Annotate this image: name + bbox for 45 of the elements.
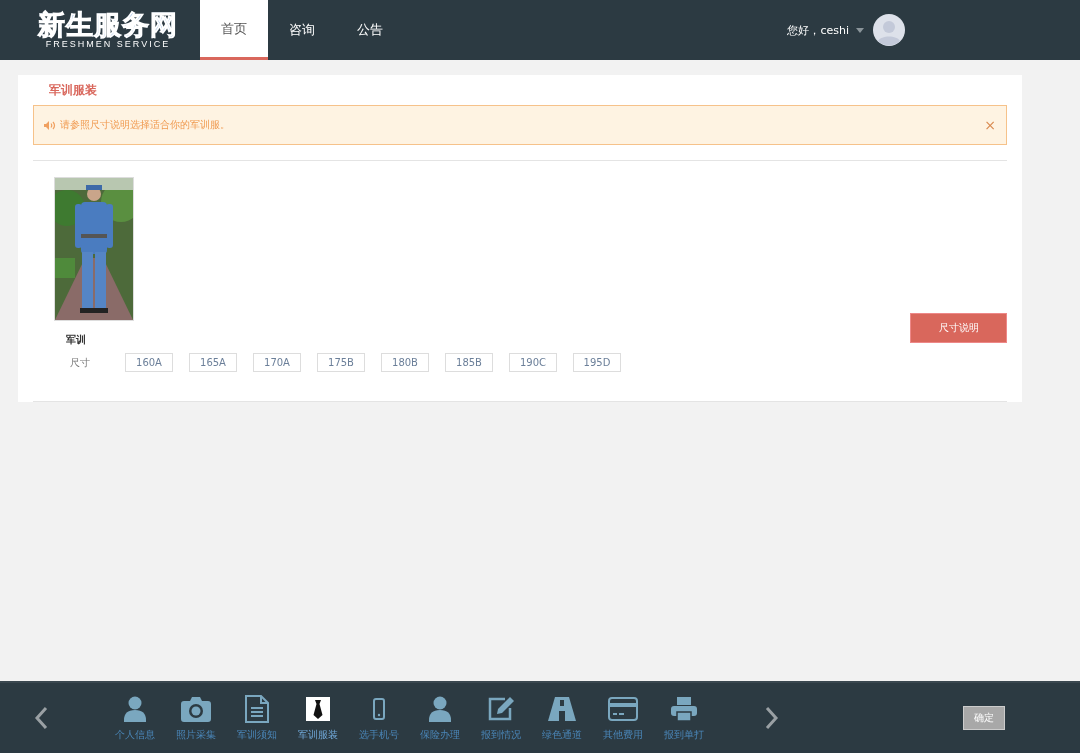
person-icon [428,696,451,722]
item-name: 军训 [66,333,87,347]
footer-nav-item[interactable]: 选手机号 [348,694,409,742]
section-title: 军训服装 [49,82,98,99]
footer-nav-item[interactable]: 绿色通道 [531,694,592,742]
size-option[interactable]: 175B [317,353,365,372]
road-icon [547,697,576,721]
tie-icon [305,697,330,721]
size-option[interactable]: 190C [509,353,557,372]
size-option[interactable]: 170A [253,353,301,372]
nav-tab[interactable]: 首页 [200,0,268,60]
size-option[interactable]: 160A [125,353,173,372]
camera-icon [180,696,211,722]
footer-nav-item[interactable]: 保险办理 [409,694,470,742]
footer-nav-item[interactable]: 军训服装 [287,694,348,742]
speaker-icon [44,120,56,130]
footer-nav-item[interactable]: 个人信息 [104,694,165,742]
logo-subtitle: FRESHMEN SERVICE [45,40,171,49]
confirm-button[interactable]: 确定 [963,706,1005,730]
size-option[interactable]: 195D [573,353,621,372]
size-option[interactable]: 165A [189,353,237,372]
nav-tab[interactable]: 公告 [336,0,404,60]
logo[interactable]: 新生服务网 FRESHMEN SERVICE [32,11,184,49]
close-button[interactable]: × [984,117,996,133]
footer-nav-item[interactable]: 军训须知 [226,694,287,742]
nav-tab[interactable]: 咨询 [268,0,336,60]
avatar-icon[interactable] [873,14,905,46]
phone-icon [372,698,385,720]
user-greeting[interactable]: 您好，ceshi [787,22,849,38]
size-option[interactable]: 180B [381,353,429,372]
size-guide-button[interactable]: 尺寸说明 [910,313,1007,343]
size-label: 尺寸 [70,355,91,370]
person-icon [123,696,146,722]
footer-nav-item[interactable]: 报到单打 [653,694,714,742]
caret-icon[interactable] [856,27,864,33]
card-icon [607,697,638,721]
footer-nav-item[interactable]: 照片采集 [165,694,226,742]
footer-nav-item[interactable]: 报到情况 [470,694,531,742]
printer-icon [670,697,697,721]
logo-title: 新生服务网 [38,11,178,38]
alert-text: 请参照尺寸说明选择适合你的军训服。 [60,118,230,132]
footer-nav-item[interactable]: 其他费用 [592,694,653,742]
document-icon [244,695,269,723]
edit-icon [486,696,515,722]
size-option[interactable]: 185B [445,353,493,372]
